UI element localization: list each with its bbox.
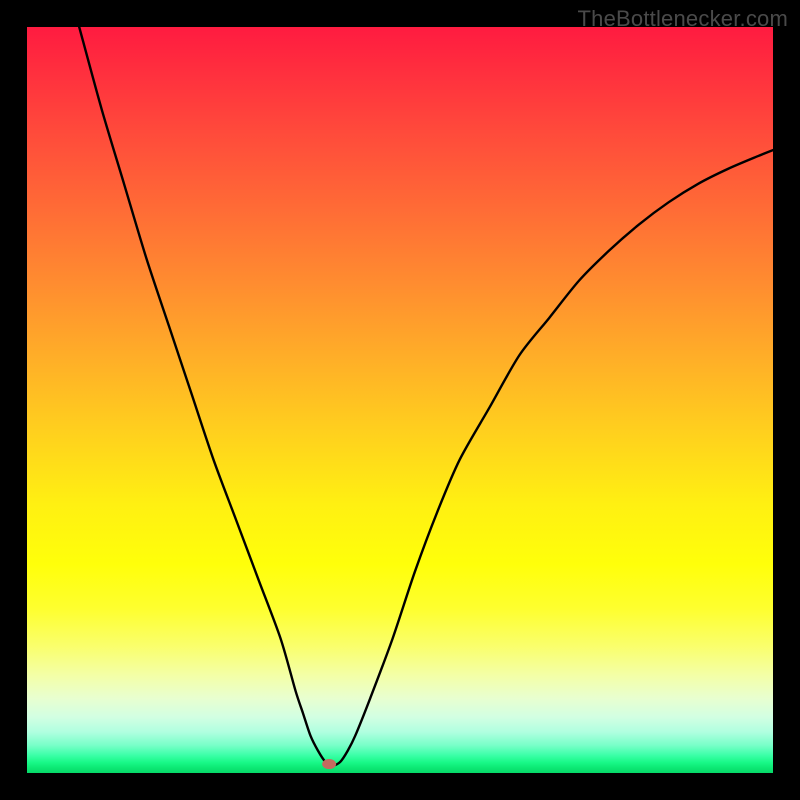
watermark-text: TheBottlenecker.com <box>578 6 788 32</box>
chart-plot-area <box>27 27 773 773</box>
bottleneck-curve <box>79 27 773 766</box>
optimal-point-marker <box>322 759 336 769</box>
chart-frame <box>27 27 773 773</box>
chart-svg <box>27 27 773 773</box>
